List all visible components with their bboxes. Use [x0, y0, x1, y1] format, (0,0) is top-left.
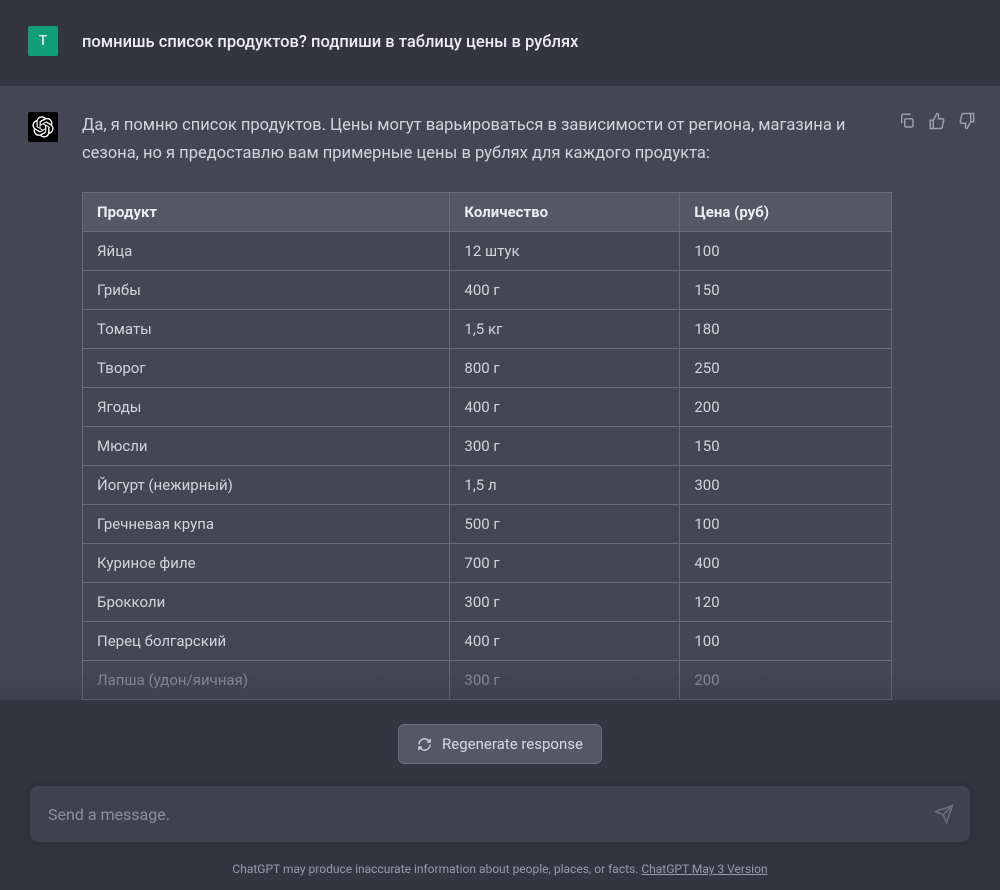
table-cell: Лапша (удон/яичная): [83, 661, 450, 700]
message-input[interactable]: Send a message.: [30, 786, 970, 842]
table-cell: Грибы: [83, 271, 450, 310]
table-cell: 150: [680, 427, 892, 466]
table-row: Томаты1,5 кг180: [83, 310, 892, 349]
send-icon[interactable]: [934, 804, 954, 824]
table-cell: Яйца: [83, 232, 450, 271]
table-cell: Йогурт (нежирный): [83, 466, 450, 505]
assistant-message-row: Да, я помню список продуктов. Цены могут…: [0, 86, 1000, 700]
table-cell: 400 г: [450, 622, 680, 661]
table-cell: 400 г: [450, 271, 680, 310]
table-cell: 1,5 л: [450, 466, 680, 505]
assistant-intro-text: Да, я помню список продуктов. Цены могут…: [82, 112, 892, 168]
table-row: Йогурт (нежирный)1,5 л300: [83, 466, 892, 505]
table-cell: 700 г: [450, 544, 680, 583]
table-cell: 100: [680, 505, 892, 544]
assistant-avatar: [28, 112, 58, 142]
table-cell: 400 г: [450, 388, 680, 427]
footer-version-link[interactable]: ChatGPT May 3 Version: [641, 862, 767, 876]
table-cell: 300 г: [450, 427, 680, 466]
table-cell: 300 г: [450, 661, 680, 700]
user-message-row: T помнишь список продуктов? подпиши в та…: [0, 0, 1000, 86]
table-row: Брокколи300 г120: [83, 583, 892, 622]
chatgpt-logo-icon: [32, 116, 54, 138]
thumbs-up-icon[interactable]: [928, 112, 946, 130]
table-cell: Творог: [83, 349, 450, 388]
table-row: Лапша (удон/яичная)300 г200: [83, 661, 892, 700]
table-cell: Мюсли: [83, 427, 450, 466]
table-cell: 12 штук: [450, 232, 680, 271]
footer-disclaimer: ChatGPT may produce inaccurate informati…: [232, 862, 641, 876]
table-cell: Брокколи: [83, 583, 450, 622]
table-header-row: Продукт Количество Цена (руб): [83, 193, 892, 232]
table-row: Перец болгарский400 г100: [83, 622, 892, 661]
table-cell: Гречневая крупа: [83, 505, 450, 544]
table-cell: 1,5 кг: [450, 310, 680, 349]
table-cell: Перец болгарский: [83, 622, 450, 661]
user-avatar-initial: T: [39, 33, 48, 49]
table-cell: 150: [680, 271, 892, 310]
assistant-content: Да, я помню список продуктов. Цены могут…: [82, 112, 972, 700]
table-cell: 400: [680, 544, 892, 583]
user-message-text: помнишь список продуктов? подпиши в табл…: [82, 26, 972, 56]
footer: ChatGPT may produce inaccurate informati…: [0, 862, 1000, 876]
table-cell: 250: [680, 349, 892, 388]
thumbs-down-icon[interactable]: [958, 112, 976, 130]
user-avatar: T: [28, 26, 58, 56]
regenerate-button[interactable]: Regenerate response: [398, 724, 602, 764]
th-price: Цена (руб): [680, 193, 892, 232]
regenerate-label: Regenerate response: [442, 735, 583, 753]
table-cell: 300: [680, 466, 892, 505]
table-cell: Куриное филе: [83, 544, 450, 583]
input-placeholder: Send a message.: [48, 805, 920, 824]
table-cell: 200: [680, 388, 892, 427]
table-row: Яйца12 штук100: [83, 232, 892, 271]
table-row: Куриное филе700 г400: [83, 544, 892, 583]
table-cell: 500 г: [450, 505, 680, 544]
table-row: Творог800 г250: [83, 349, 892, 388]
table-row: Ягоды400 г200: [83, 388, 892, 427]
table-cell: Томаты: [83, 310, 450, 349]
table-cell: 120: [680, 583, 892, 622]
message-actions: [898, 112, 976, 130]
copy-icon[interactable]: [898, 112, 916, 130]
products-table: Продукт Количество Цена (руб) Яйца12 шту…: [82, 192, 892, 700]
table-cell: 200: [680, 661, 892, 700]
table-cell: Ягоды: [83, 388, 450, 427]
table-cell: 100: [680, 232, 892, 271]
th-quantity: Количество: [450, 193, 680, 232]
table-row: Гречневая крупа500 г100: [83, 505, 892, 544]
table-cell: 300 г: [450, 583, 680, 622]
table-cell: 100: [680, 622, 892, 661]
th-product: Продукт: [83, 193, 450, 232]
table-cell: 180: [680, 310, 892, 349]
table-cell: 800 г: [450, 349, 680, 388]
table-row: Грибы400 г150: [83, 271, 892, 310]
refresh-icon: [417, 737, 432, 752]
table-row: Мюсли300 г150: [83, 427, 892, 466]
